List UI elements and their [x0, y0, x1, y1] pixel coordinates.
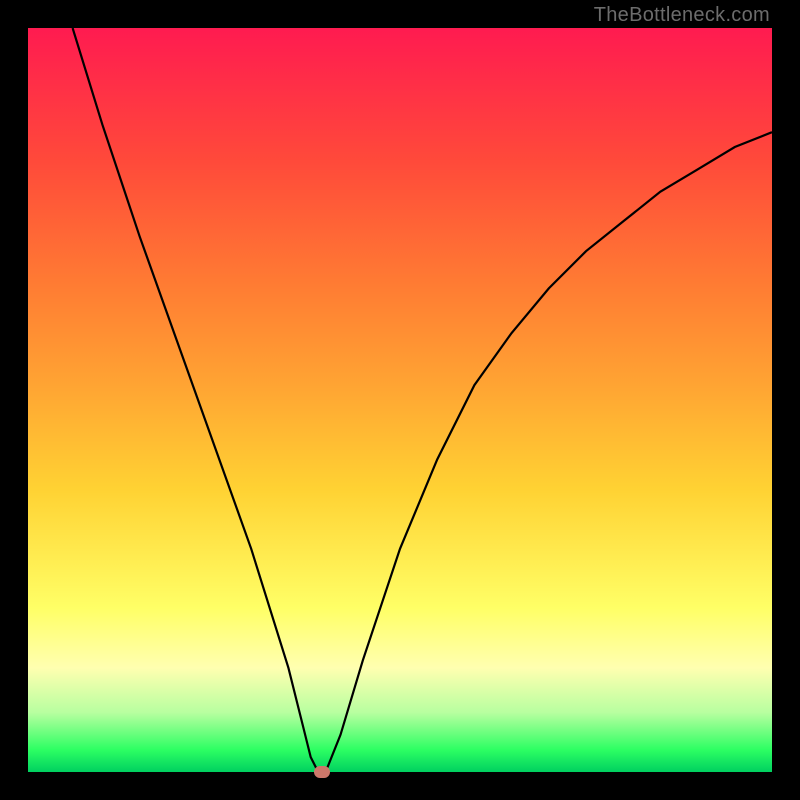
chart-frame: TheBottleneck.com	[0, 0, 800, 800]
plot-area	[28, 28, 772, 772]
optimal-point-marker	[314, 766, 330, 778]
bottleneck-curve	[28, 28, 772, 772]
watermark-text: TheBottleneck.com	[594, 4, 770, 27]
